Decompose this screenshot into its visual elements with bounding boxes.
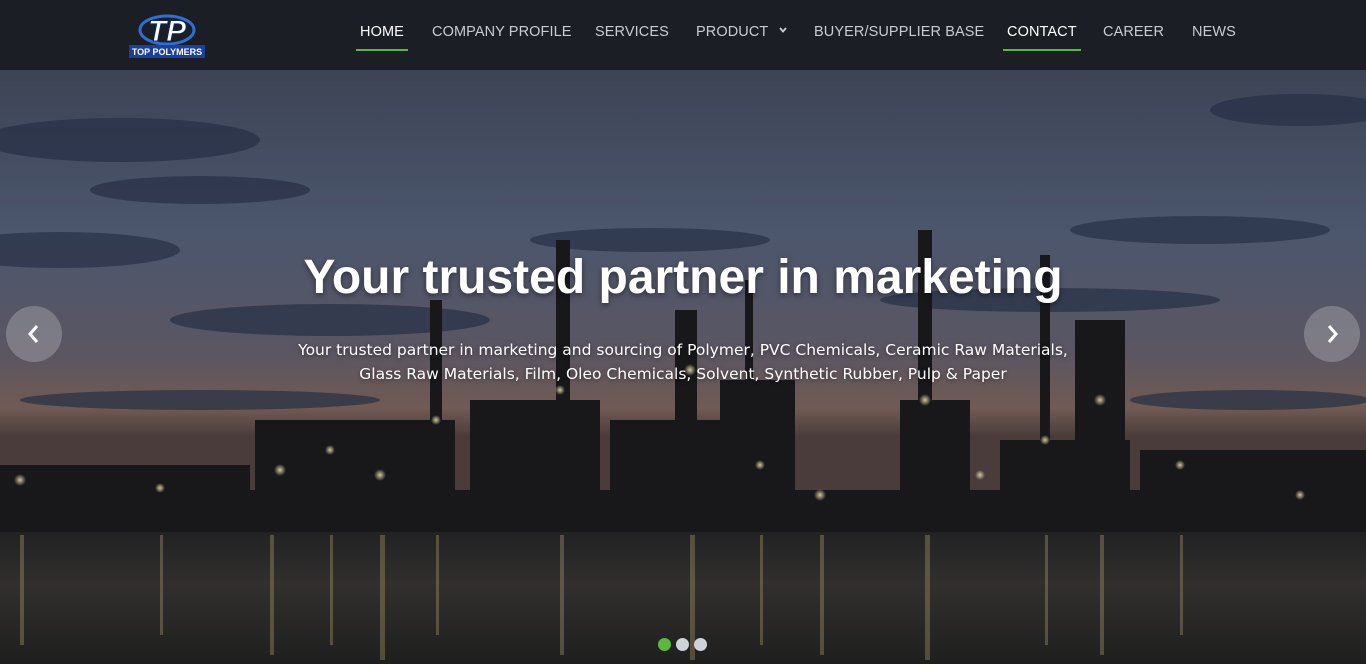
- chevron-right-icon: [1327, 325, 1338, 343]
- nav-home[interactable]: HOME: [356, 24, 408, 52]
- nav-home-active-indicator: [356, 49, 408, 51]
- slider-dot-3[interactable]: [694, 638, 707, 651]
- nav-career[interactable]: CAREER: [1103, 24, 1164, 52]
- hero-slider: Your trusted partner in marketing Your t…: [0, 70, 1366, 664]
- chevron-left-icon: [28, 325, 39, 343]
- nav-product-label: PRODUCT: [696, 24, 769, 40]
- slider-prev-button[interactable]: [6, 306, 62, 362]
- hero-title: Your trusted partner in marketing: [303, 251, 1063, 304]
- nav-home-label: HOME: [360, 24, 404, 40]
- chevron-down-icon: [779, 27, 787, 33]
- nav-news[interactable]: NEWS: [1192, 24, 1236, 52]
- nav-contact[interactable]: CONTACT: [1003, 24, 1081, 52]
- nav-contact-label: CONTACT: [1007, 24, 1077, 40]
- nav-buyer-supplier-base-label: BUYER/SUPPLIER BASE: [814, 24, 985, 40]
- nav-contact-active-indicator: [1003, 49, 1081, 51]
- nav-news-label: NEWS: [1192, 24, 1236, 40]
- nav-career-label: CAREER: [1103, 24, 1165, 40]
- nav-services-label: SERVICES: [595, 24, 669, 40]
- nav-product[interactable]: PRODUCT: [696, 24, 788, 52]
- hero-subtitle: Your trusted partner in marketing and so…: [298, 341, 1068, 383]
- site-header: TP TOP POLYMERS HOME COMPANY PROFILE SER…: [0, 0, 1366, 70]
- slider-next-button[interactable]: [1304, 306, 1360, 362]
- nav-company-profile[interactable]: COMPANY PROFILE: [432, 24, 572, 52]
- slider-dot-2[interactable]: [676, 638, 689, 651]
- nav-buyer-supplier-base[interactable]: BUYER/SUPPLIER BASE: [814, 24, 984, 52]
- nav-services[interactable]: SERVICES: [595, 24, 669, 52]
- main-nav: HOME COMPANY PROFILE SERVICES PRODUCT BU…: [0, 0, 1366, 70]
- slider-dot-1[interactable]: [658, 638, 671, 651]
- nav-company-profile-label: COMPANY PROFILE: [432, 24, 572, 40]
